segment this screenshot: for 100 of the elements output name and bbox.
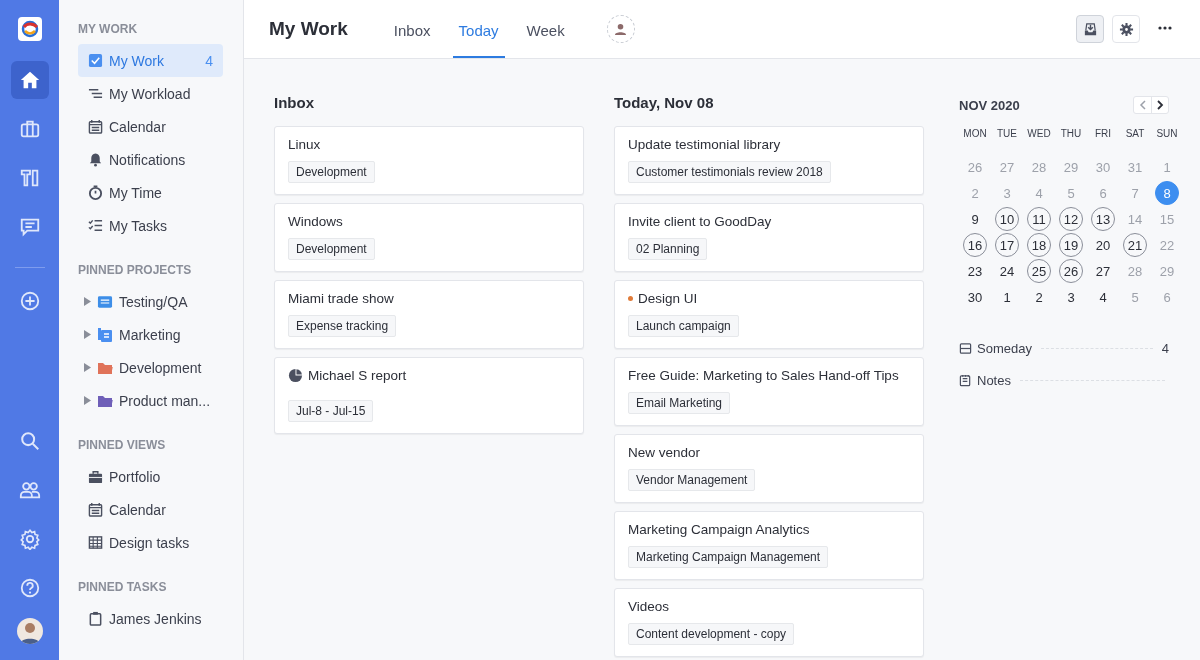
- column-heading: Today, Nov 08: [614, 94, 715, 112]
- weekday-label: FRI: [1094, 128, 1112, 141]
- section-heading: PINNED PROJECTS: [78, 263, 193, 279]
- project-tag: 02 Planning: [628, 238, 708, 260]
- project-tag: Jul-8 - Jul-15: [288, 400, 374, 422]
- task-title: Linux: [288, 137, 321, 152]
- plus-icon: [18, 290, 41, 312]
- task-card[interactable]: Videos Content development - copy: [614, 588, 924, 657]
- task-title: Miami trade show: [288, 291, 394, 306]
- board-icon: [97, 293, 113, 310]
- view-tab[interactable]: Week: [520, 0, 571, 58]
- home-nav-button[interactable]: [10, 61, 49, 99]
- list-link[interactable]: Someday: [977, 340, 1032, 356]
- nav-item[interactable]: My Tasks: [78, 209, 223, 242]
- task-title: New vendor: [628, 445, 701, 460]
- weekday-label: WED: [1027, 128, 1051, 141]
- task-card[interactable]: Update testimonial library Customer testimonials review 2018: [614, 126, 924, 195]
- nav-item[interactable]: Calendar: [78, 110, 223, 143]
- calendar-day[interactable]: 27: [1091, 259, 1115, 283]
- calendar-day[interactable]: 3: [1059, 285, 1083, 309]
- weekday-label: MON: [963, 128, 987, 141]
- table-icon: [88, 535, 103, 550]
- project-item[interactable]: Testing/QA: [78, 285, 223, 318]
- nav-item[interactable]: Calendar: [78, 493, 223, 526]
- calendar-day[interactable]: 1: [995, 285, 1019, 309]
- caret-icon: [84, 363, 91, 372]
- settings-button[interactable]: [1112, 15, 1140, 43]
- inbox-tray-icon: [959, 341, 972, 355]
- task-card[interactable]: Marketing Campaign Analytics Marketing Campaign Management: [614, 511, 924, 580]
- calendar-day[interactable]: 24: [995, 259, 1019, 283]
- task-card[interactable]: Linux Development: [274, 126, 584, 195]
- task-title: Design UI: [638, 291, 698, 306]
- task-card[interactable]: Design UI Launch campaign: [614, 280, 924, 349]
- column-heading: Inbox: [274, 94, 315, 112]
- home-icon: [18, 69, 41, 91]
- task-card[interactable]: Michael S report Jul-8 - Jul-15: [274, 357, 584, 434]
- caret-icon: [84, 396, 91, 405]
- pie-chart-icon: [288, 368, 303, 383]
- calendar-day[interactable]: 4: [1091, 285, 1115, 309]
- person-icon: [614, 22, 628, 36]
- task-card[interactable]: Windows Development: [274, 203, 584, 272]
- project-tag: Launch campaign: [628, 315, 739, 337]
- nav-item[interactable]: Design tasks: [78, 526, 223, 559]
- people-icon: [18, 479, 41, 501]
- calendar-day[interactable]: 9: [963, 207, 987, 231]
- task-card[interactable]: Free Guide: Marketing to Sales Hand-off Tips Email Marketing: [614, 357, 924, 426]
- checkbox-icon: [88, 53, 103, 68]
- weekday-label: SUN: [1156, 128, 1178, 141]
- calendar-day[interactable]: 2: [1027, 285, 1051, 309]
- view-tab[interactable]: Today: [452, 0, 505, 58]
- calendar-icon: [88, 119, 103, 134]
- weekday-label: THU: [1060, 128, 1082, 141]
- caret-icon: [84, 297, 91, 306]
- project-tag: Email Marketing: [628, 392, 731, 414]
- tools-icon: [18, 167, 41, 189]
- logo-icon: [20, 20, 39, 38]
- task-title: Windows: [288, 214, 343, 229]
- nav-item[interactable]: Notifications: [78, 143, 223, 176]
- calendar-day[interactable]: 23: [963, 259, 987, 283]
- task-title: Update testimonial library: [628, 137, 781, 152]
- caret-icon: [84, 330, 91, 339]
- settings-icon: [1118, 21, 1134, 37]
- chevron-right-icon: [1155, 100, 1165, 110]
- task-title: Videos: [628, 599, 670, 614]
- task-card[interactable]: Invite client to GoodDay 02 Planning: [614, 203, 924, 272]
- chevron-left-icon: [1137, 100, 1148, 110]
- project-item[interactable]: Marketing: [78, 318, 223, 351]
- briefcase-icon: [18, 118, 41, 140]
- project-item[interactable]: Development: [78, 351, 223, 384]
- app-logo[interactable]: [17, 17, 42, 41]
- nav-item[interactable]: My Workload: [78, 77, 223, 110]
- section-heading: PINNED VIEWS: [78, 438, 167, 454]
- user-avatar[interactable]: [16, 618, 43, 644]
- briefcase-icon: [88, 469, 103, 484]
- nav-item[interactable]: Portfolio: [78, 460, 223, 493]
- bell-icon: [88, 152, 103, 167]
- search-icon: [18, 430, 41, 452]
- project-tag: Customer testimonials review 2018: [628, 161, 831, 183]
- nav-item[interactable]: My Work 4: [78, 44, 223, 77]
- task-title: Free Guide: Marketing to Sales Hand-off Tips: [628, 368, 899, 383]
- nav-item[interactable]: James Jenkins: [78, 602, 223, 635]
- project-tag: Expense tracking: [288, 315, 397, 337]
- inbox-button[interactable]: [1076, 15, 1104, 43]
- task-title: Marketing Campaign Analytics: [628, 522, 810, 537]
- clipboard-icon: [88, 611, 103, 626]
- nav-item[interactable]: My Time: [78, 176, 223, 209]
- inbox-download-icon: [1082, 21, 1098, 37]
- calendar-day[interactable]: 20: [1091, 233, 1115, 257]
- task-card[interactable]: New vendor Vendor Management: [614, 434, 924, 503]
- view-tab[interactable]: Inbox: [387, 0, 437, 58]
- project-item[interactable]: Product man...: [78, 384, 223, 417]
- section-heading: MY WORK: [78, 22, 139, 38]
- document-icon: [97, 326, 113, 343]
- task-card[interactable]: Miami trade show Expense tracking: [274, 280, 584, 349]
- notes-icon: [959, 373, 972, 387]
- project-tag: Content development - copy: [628, 623, 795, 645]
- page-title: My Work: [269, 18, 348, 40]
- list-link[interactable]: Notes: [977, 372, 1011, 388]
- calendar-day[interactable]: 30: [963, 285, 987, 309]
- project-tag: Development: [288, 161, 375, 183]
